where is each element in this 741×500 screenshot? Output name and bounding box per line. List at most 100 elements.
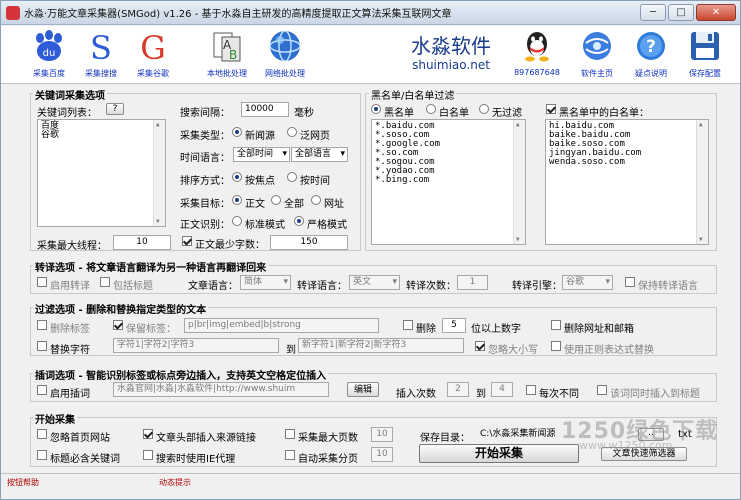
toolbar-network-batch-button[interactable]: 网络批处理	[257, 28, 313, 82]
insert-count-to-label: 到	[476, 389, 486, 400]
local-batch-icon: AB	[207, 28, 247, 64]
target-all-label: 全部	[284, 199, 304, 210]
remove-urls-checkbox[interactable]	[551, 320, 561, 330]
type-news-radio[interactable]	[232, 127, 242, 137]
search-interval-input[interactable]: 10000	[241, 102, 289, 117]
type-web-radio[interactable]	[287, 127, 297, 137]
translate-engine-select[interactable]: 谷歌	[562, 275, 613, 290]
minimize-button[interactable]: ─	[640, 4, 666, 21]
article-language-select[interactable]: 简体	[240, 275, 291, 290]
whitelist-line: wenda.soso.com	[549, 157, 625, 167]
min-chars-input[interactable]: 150	[270, 235, 348, 250]
sort-time-radio[interactable]	[287, 172, 297, 182]
remove-tags-checkbox[interactable]	[37, 320, 47, 330]
mode-whitelist-radio[interactable]	[426, 104, 436, 114]
toolbar-label: 疑点说明	[635, 69, 667, 78]
keyword-list-label: 关键词列表：	[37, 108, 97, 119]
replace-to-input[interactable]: 新字符1|新字符2|新字符3	[298, 338, 464, 353]
max-threads-input[interactable]: 10	[113, 235, 171, 250]
max-pages-input[interactable]: 10	[371, 427, 393, 442]
insert-count-to-input[interactable]: 4	[491, 382, 513, 397]
enable-insert-checkbox[interactable]	[37, 385, 47, 395]
edit-words-button[interactable]: 编辑	[347, 382, 379, 397]
regex-replace-checkbox[interactable]	[551, 341, 561, 351]
ie-proxy-checkbox[interactable]	[143, 450, 153, 460]
keep-language-checkbox[interactable]	[625, 277, 635, 287]
toolbar-qq-button[interactable]: 897687648	[509, 28, 565, 82]
keyword-scrollbar[interactable]	[153, 120, 165, 226]
translate-count-input[interactable]: 1	[457, 275, 488, 290]
title-keyword-checkbox[interactable]	[37, 450, 47, 460]
insert-count-from-input[interactable]: 2	[447, 382, 469, 397]
start-collect-button[interactable]: 开始采集	[419, 444, 579, 463]
homepage-icon	[577, 28, 617, 64]
toolbar-help-button[interactable]: ? 疑点说明	[623, 28, 679, 82]
maximize-button[interactable]: □	[668, 4, 694, 21]
keep-tags-checkbox[interactable]	[113, 320, 123, 330]
target-url-radio[interactable]	[311, 195, 321, 205]
mode-none-radio[interactable]	[479, 104, 489, 114]
toolbar-homepage-button[interactable]: 软件主页	[569, 28, 625, 82]
content-recognition-label: 正文识别：	[180, 220, 230, 231]
translate-language-label: 转译语言：	[297, 281, 347, 292]
replace-chars-checkbox[interactable]	[37, 341, 47, 351]
collect-type-label: 采集类型：	[180, 131, 230, 142]
recog-strict-radio[interactable]	[294, 216, 304, 226]
max-threads-label: 采集最大线程：	[37, 241, 107, 252]
app-window: 水淼·万能文章采集器(SMGod) v1.26 - 基于水淼自主研发的高精度提取…	[0, 0, 741, 500]
delete-digits-input[interactable]: 5	[442, 318, 466, 333]
auto-paging-checkbox[interactable]	[285, 450, 295, 460]
time-range-select[interactable]: 全部时间	[233, 147, 290, 162]
recog-standard-radio[interactable]	[232, 216, 242, 226]
keyword-list-textarea[interactable]: 百度 谷歌	[37, 119, 166, 227]
ignore-homepage-checkbox[interactable]	[37, 429, 47, 439]
close-button[interactable]: ✕	[696, 4, 736, 21]
translate-engine-label: 转译引擎：	[512, 281, 562, 292]
blacklist-textarea[interactable]: *.baidu.com *.soso.com *.google.com *.so…	[371, 119, 526, 245]
svg-text:S: S	[90, 29, 112, 63]
toolbar-save-button[interactable]: 保存配置	[677, 28, 733, 82]
max-pages-checkbox[interactable]	[285, 429, 295, 439]
auto-paging-input[interactable]: 10	[371, 447, 393, 462]
insert-words-input[interactable]: 水淼官网|水淼|水淼软件|http://www.shuim	[113, 382, 329, 397]
language-select[interactable]: 全部语言	[291, 147, 348, 162]
save-dir-label: 保存目录：	[420, 433, 470, 444]
mode-blacklist-label: 黑名单	[384, 108, 414, 119]
enable-translate-checkbox[interactable]	[37, 277, 47, 287]
target-all-radio[interactable]	[271, 195, 281, 205]
title-keyword-label: 标题必含关键词	[50, 454, 120, 465]
soso-icon: S	[81, 28, 121, 64]
toolbar-soso-button[interactable]: S 采集搜搜	[73, 28, 129, 82]
baidu-icon: du	[29, 28, 69, 64]
translate-language-select[interactable]: 英文	[349, 275, 400, 290]
delete-digits-checkbox[interactable]	[403, 320, 413, 330]
keep-tags-input[interactable]: p|br|img|embed|b|strong	[184, 318, 379, 333]
whitelist-scrollbar[interactable]	[696, 120, 708, 244]
window-controls: ─ □ ✕	[640, 4, 736, 21]
remove-tags-label: 删除标签	[50, 324, 90, 335]
toolbar-local-batch-button[interactable]: AB 本地批处理	[199, 28, 255, 82]
start-group-title: 开始采集	[33, 411, 77, 426]
sort-focus-radio[interactable]	[232, 172, 242, 182]
insert-source-checkbox[interactable]	[143, 429, 153, 439]
whitelist-textarea[interactable]: hi.baidu.com baike.baidu.com baike.soso.…	[545, 119, 709, 245]
ignore-homepage-label: 忽略首页网站	[50, 433, 110, 444]
blacklist-scrollbar[interactable]	[513, 120, 525, 244]
status-bar: 按钮帮助 动态提示	[1, 473, 740, 499]
replace-chars-label: 替换字符	[50, 345, 90, 356]
insert-title-checkbox[interactable]	[597, 385, 607, 395]
vary-each-checkbox[interactable]	[526, 385, 536, 395]
min-chars-checkbox[interactable]	[182, 236, 192, 246]
keep-tags-label: 保留标签：	[126, 324, 176, 335]
keyword-help-button[interactable]: ?	[106, 103, 124, 115]
replace-from-input[interactable]: 字符1|字符2|字符3	[113, 338, 279, 353]
ignore-case-checkbox[interactable]	[475, 341, 485, 351]
mode-blacklist-radio[interactable]	[371, 104, 381, 114]
blacklist-line: *.bing.com	[375, 175, 430, 185]
toolbar-google-button[interactable]: G 采集谷歌	[125, 28, 181, 82]
white-in-black-checkbox[interactable]	[546, 104, 556, 114]
target-content-radio[interactable]	[232, 195, 242, 205]
toolbar-baidu-button[interactable]: du 采集百度	[21, 28, 77, 82]
include-title-checkbox[interactable]	[100, 277, 110, 287]
ie-proxy-label: 搜索时使用IE代理	[156, 454, 236, 465]
